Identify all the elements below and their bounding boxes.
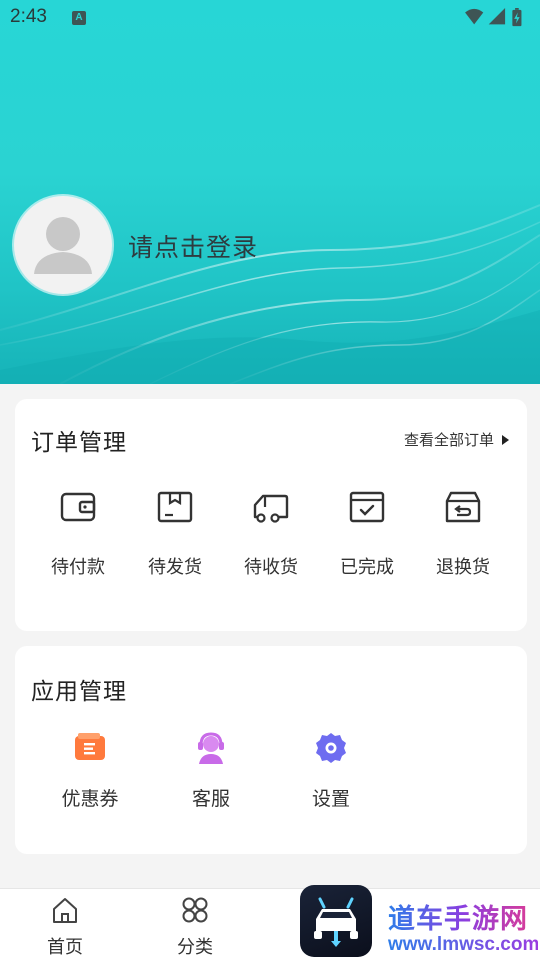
package-box-icon — [157, 491, 193, 523]
wave-background — [0, 204, 540, 384]
order-management-title: 订单管理 — [31, 430, 127, 456]
order-item-label: 退换货 — [436, 557, 490, 578]
settings-gear-icon — [316, 733, 346, 763]
app-item-customer-service[interactable]: 客服 — [163, 730, 259, 811]
car-logo-icon — [314, 897, 358, 947]
watermark-logo: 道车手游网 www.lmwsc.com — [388, 897, 540, 955]
app-item-label: 优惠券 — [61, 788, 119, 810]
order-item-returns[interactable]: 退换货 — [415, 487, 511, 579]
order-item-label: 已完成 — [340, 557, 394, 578]
order-item-completed[interactable]: 已完成 — [319, 487, 415, 579]
login-prompt[interactable]: 请点击登录 — [128, 228, 258, 264]
coupon-icon — [75, 733, 105, 760]
order-item-pending-payment[interactable]: 待付款 — [30, 487, 126, 579]
view-all-orders-link[interactable]: 查看全部订单 — [404, 429, 509, 450]
completed-box-icon — [349, 491, 385, 523]
nav-item-label: 首页 — [47, 937, 83, 958]
bottom-navigation: 首页 分类 道车手游网 www.lmwsc.com — [0, 885, 540, 960]
avatar[interactable] — [14, 196, 112, 294]
app-item-coupon[interactable]: 优惠券 — [42, 730, 138, 811]
order-item-label: 待收货 — [244, 557, 298, 578]
status-time: 2:43 — [10, 6, 47, 27]
return-box-icon — [445, 491, 481, 523]
category-icon — [182, 897, 208, 923]
app-item-label: 设置 — [311, 788, 350, 810]
app-management-card: 应用管理 优惠券 客服 设置 — [15, 646, 527, 854]
order-item-label: 待发货 — [148, 557, 202, 578]
home-icon — [53, 898, 77, 923]
app-logo — [300, 885, 372, 957]
watermark-title: 道车手游网 — [388, 897, 538, 936]
caret-right-icon — [502, 434, 509, 445]
customer-service-icon — [198, 732, 224, 764]
nav-item-home[interactable]: 首页 — [30, 895, 100, 959]
app-management-title: 应用管理 — [31, 679, 127, 705]
view-all-orders-label: 查看全部订单 — [403, 431, 494, 449]
status-icons — [465, 8, 522, 27]
watermark-url: www.lmwsc.com — [388, 934, 540, 955]
app-item-label: 客服 — [191, 788, 230, 810]
notification-a-icon: A — [72, 11, 86, 25]
wallet-icon — [60, 492, 96, 522]
nav-item-category[interactable]: 分类 — [160, 895, 230, 959]
app-item-settings[interactable]: 设置 — [283, 730, 379, 811]
order-item-pending-shipment[interactable]: 待发货 — [127, 487, 223, 579]
default-avatar-icon — [34, 217, 92, 274]
signal-icon — [488, 8, 506, 25]
battery-icon — [512, 8, 522, 27]
order-item-pending-receipt[interactable]: 待收货 — [223, 487, 319, 579]
status-bar: 2:43 A — [0, 0, 540, 36]
delivery-truck-icon — [253, 494, 289, 523]
profile-header: 2:43 A 请点击登录 — [0, 0, 540, 384]
order-management-card: 订单管理 查看全部订单 待付款 待发货 待收货 已完成 退换货 — [15, 399, 527, 631]
nav-item-label: 分类 — [177, 937, 213, 958]
order-item-label: 待付款 — [51, 557, 105, 578]
wifi-icon — [465, 8, 484, 25]
